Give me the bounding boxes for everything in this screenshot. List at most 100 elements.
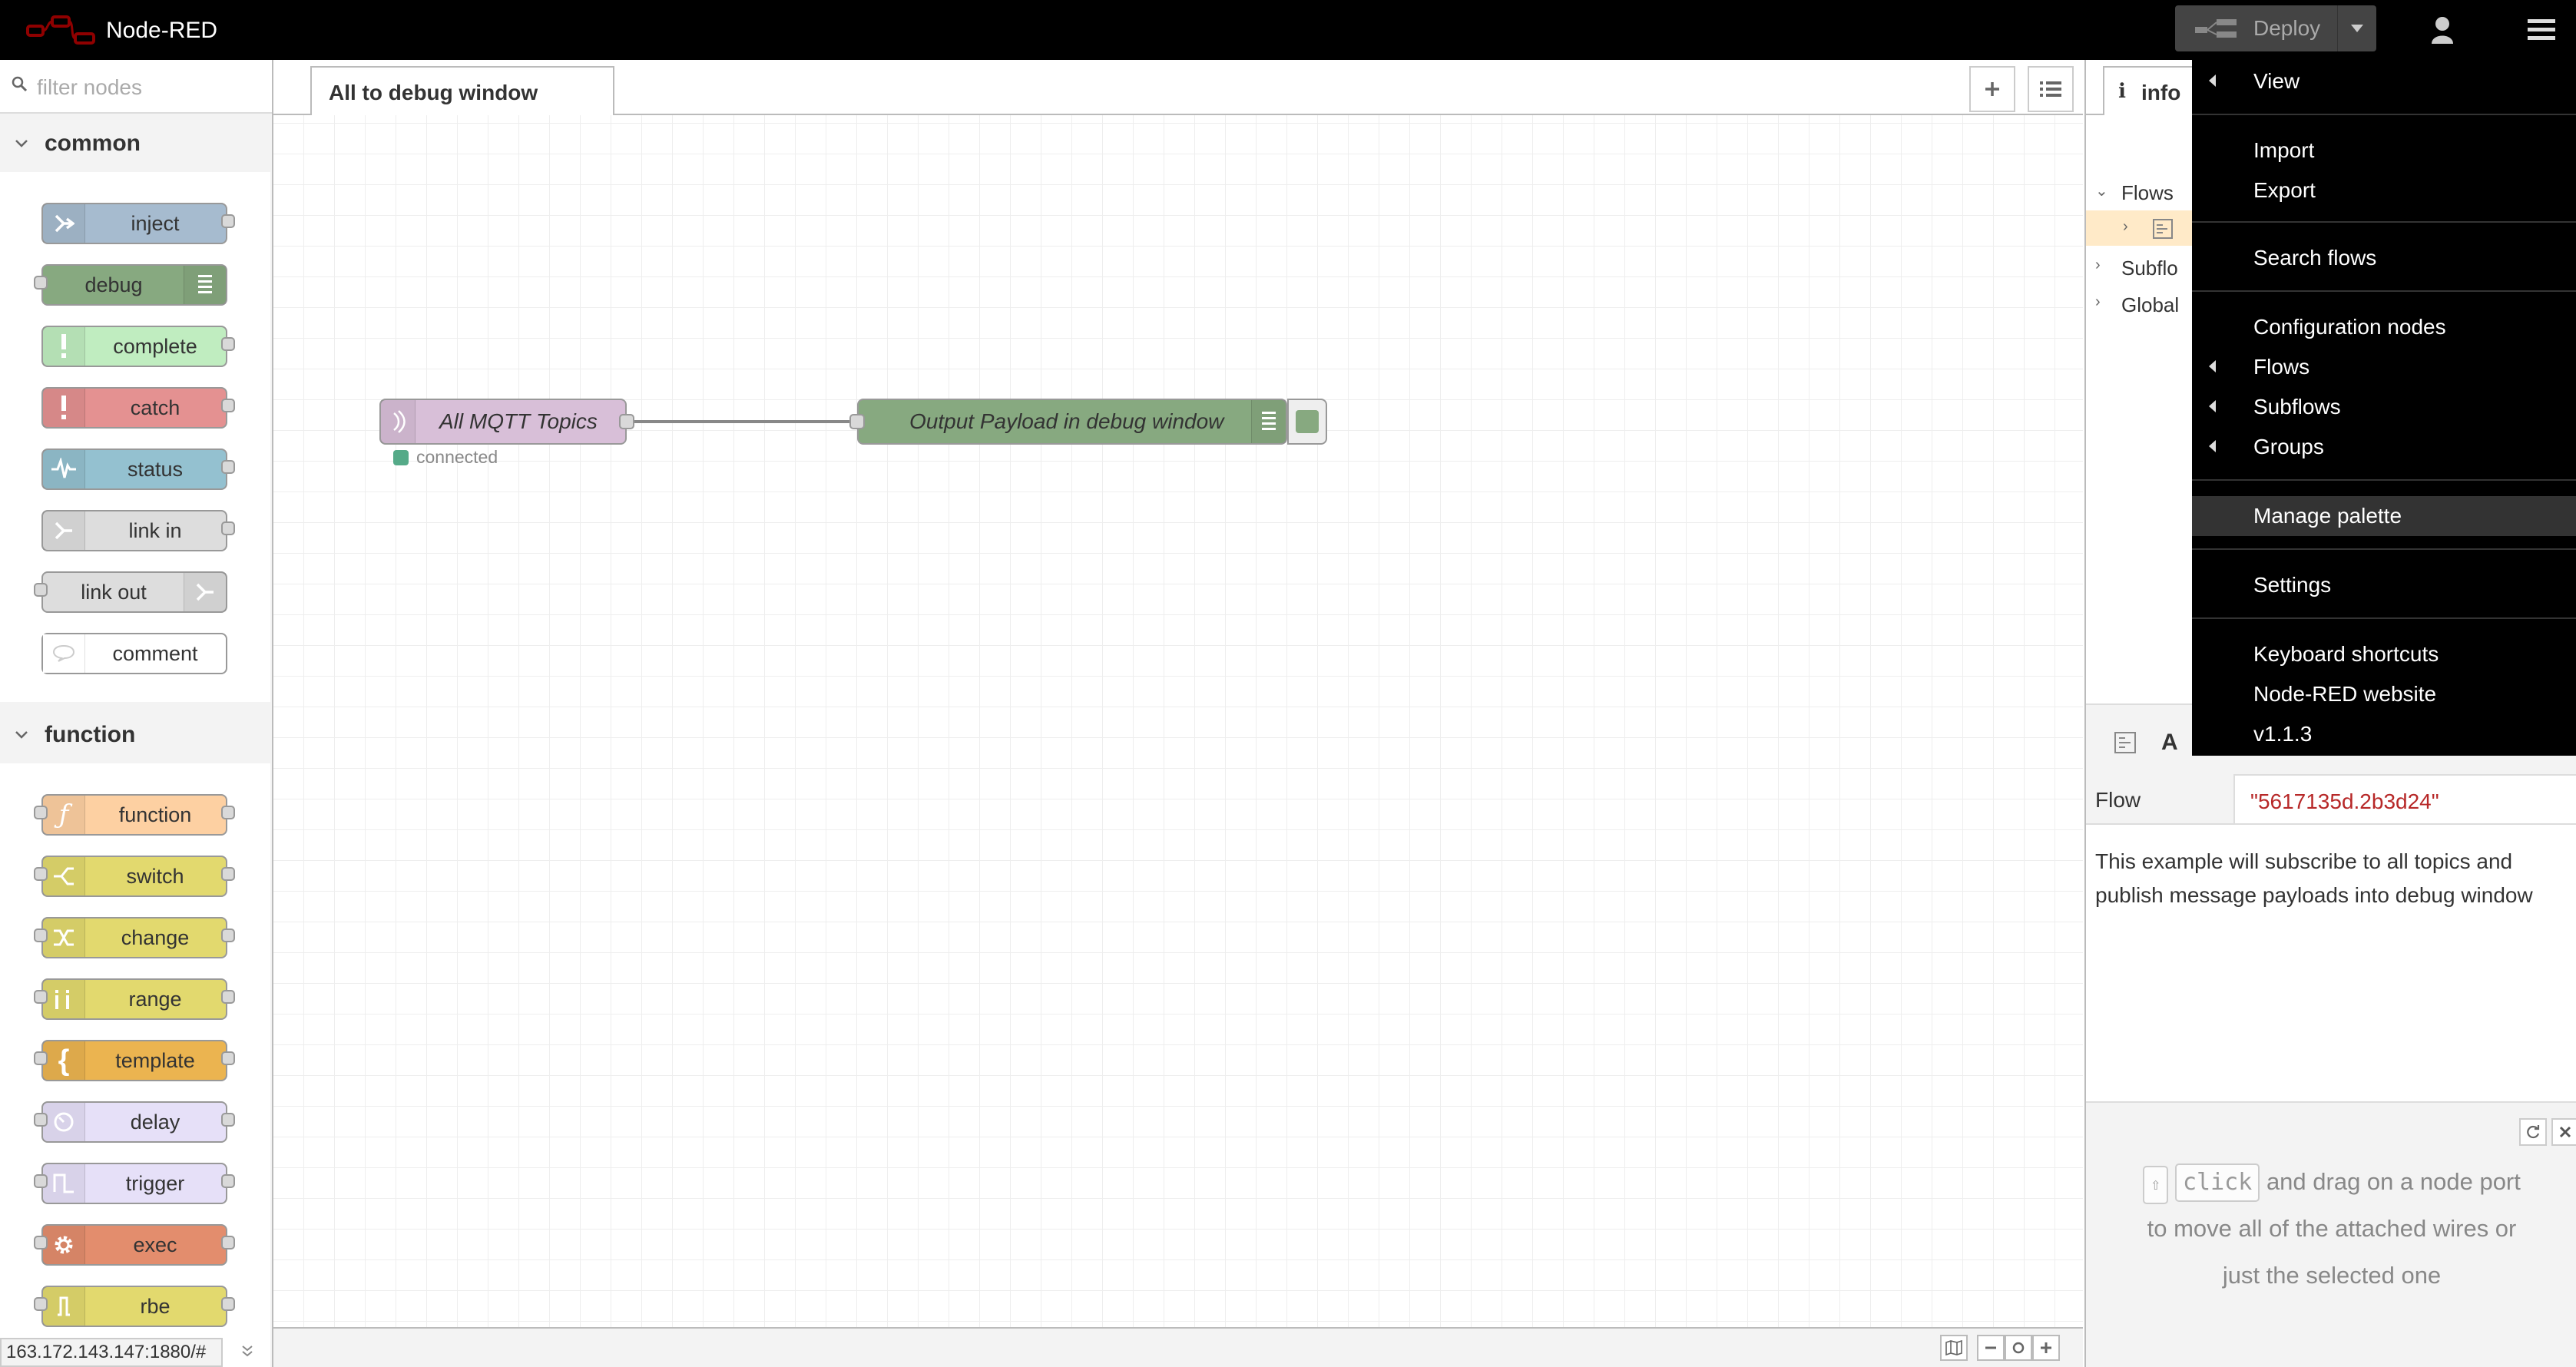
tip-line-3: just the selected one <box>2222 1262 2442 1289</box>
zoom-reset-button[interactable] <box>2005 1335 2032 1361</box>
palette-node-label: comment <box>112 642 198 665</box>
deploy-button[interactable]: Deploy <box>2175 5 2376 51</box>
palette-node-link-in[interactable]: link in <box>41 510 235 551</box>
menu-separator <box>2192 221 2576 223</box>
palette-node-range[interactable]: range <box>34 978 235 1020</box>
menu-item-keyboard-shortcuts[interactable]: Keyboard shortcuts <box>2192 634 2576 674</box>
menu-item-node-red-website[interactable]: Node-RED website <box>2192 674 2576 714</box>
input-port <box>34 867 48 881</box>
palette-node-debug[interactable]: debug <box>34 264 227 306</box>
list-flows-button[interactable] <box>2028 66 2074 112</box>
menu-item-label: Import <box>2253 138 2315 162</box>
zoom-in-button[interactable] <box>2032 1335 2060 1361</box>
caret-left-icon <box>2209 440 2216 452</box>
output-port <box>221 1174 235 1188</box>
palette-collapse-button[interactable] <box>230 1338 264 1364</box>
palette-node-trigger[interactable]: trigger <box>34 1163 235 1204</box>
menu-item-view[interactable]: View <box>2192 61 2576 101</box>
palette-node-label: status <box>127 458 184 481</box>
palette-node-label: inject <box>131 212 180 235</box>
palette-node-link-out[interactable]: link out <box>34 571 227 613</box>
property-row-flow: Flow "5617135d.2b3d24" <box>2086 774 2576 825</box>
tab-info[interactable]: ℹ info <box>2103 66 2203 115</box>
palette-node-label: catch <box>130 396 180 419</box>
filter-placeholder: filter nodes <box>37 75 142 99</box>
refresh-tip-button[interactable] <box>2519 1118 2547 1146</box>
menu-item-search-flows[interactable]: Search flows <box>2192 238 2576 278</box>
caret-left-icon <box>2209 400 2216 412</box>
menu-separator <box>2192 617 2576 619</box>
menu-item-label: View <box>2253 69 2300 93</box>
menu-item-groups[interactable]: Groups <box>2192 427 2576 467</box>
menu-separator <box>2192 548 2576 550</box>
flow-node-mqtt-in[interactable]: All MQTT Topics <box>379 399 634 445</box>
caret-left-icon <box>2209 74 2216 87</box>
input-port <box>34 1113 48 1127</box>
category-title: function <box>45 722 136 747</box>
main-menu-button[interactable] <box>2507 0 2576 60</box>
output-port <box>221 521 235 535</box>
palette-node-switch[interactable]: switch <box>34 856 235 897</box>
exclamation-icon <box>43 389 85 427</box>
output-port <box>221 928 235 942</box>
menu-item-settings[interactable]: Settings <box>2192 565 2576 605</box>
navigator-button[interactable] <box>1940 1335 1968 1361</box>
menu-item-import[interactable]: Import <box>2192 131 2576 170</box>
palette-node-template[interactable]: { template <box>34 1040 235 1081</box>
palette-node-inject[interactable]: inject <box>41 203 235 244</box>
circle-icon <box>2012 1342 2025 1354</box>
menu-item-flows[interactable]: Flows <box>2192 347 2576 387</box>
zoom-out-button[interactable] <box>1977 1335 2005 1361</box>
palette-node-label: link in <box>128 519 182 542</box>
palette-node-rbe[interactable]: rbe <box>34 1286 235 1327</box>
user-menu-button[interactable] <box>2419 8 2465 52</box>
palette-node-label: switch <box>126 865 184 888</box>
palette-node-catch[interactable]: catch <box>41 387 235 429</box>
deploy-label: Deploy <box>2253 16 2321 40</box>
category-body-common: inject debug complete catch status link … <box>0 172 270 702</box>
menu-item-subflows[interactable]: Subflows <box>2192 387 2576 427</box>
chevron-down-icon <box>15 140 28 147</box>
input-port <box>34 276 48 290</box>
input-port <box>34 928 48 942</box>
add-flow-button[interactable] <box>1969 66 2015 112</box>
input-port[interactable] <box>849 414 865 429</box>
palette-filter-input[interactable]: filter nodes <box>0 60 272 114</box>
palette-node-function[interactable]: ƒ function <box>34 794 235 836</box>
menu-item-label: Search flows <box>2253 246 2377 270</box>
minus-icon <box>1985 1346 1996 1349</box>
menu-separator <box>2192 114 2576 115</box>
palette-node-exec[interactable]: exec <box>34 1224 235 1266</box>
palette-node-status[interactable]: status <box>41 448 235 490</box>
flow-node-debug[interactable]: Output Payload in debug window <box>849 399 1287 445</box>
node-red-logo-icon <box>26 15 95 45</box>
main-menu-dropdown: View Import Export Search flows Configur… <box>2192 60 2576 756</box>
debug-toggle-button[interactable] <box>1287 399 1327 445</box>
input-port <box>34 1297 48 1311</box>
palette-node-delay[interactable]: delay <box>34 1101 235 1143</box>
menu-item-configuration-nodes[interactable]: Configuration nodes <box>2192 307 2576 347</box>
properties-title: A <box>2161 730 2178 755</box>
output-port <box>221 1236 235 1249</box>
chevron-down-icon: ⌄ <box>2095 183 2108 200</box>
output-port[interactable] <box>619 414 634 429</box>
category-header-common[interactable]: common <box>0 115 270 172</box>
tab-flow[interactable]: All to debug window <box>310 66 614 115</box>
category-header-function[interactable]: function <box>0 707 270 763</box>
close-tips-button[interactable] <box>2551 1118 2576 1146</box>
debug-list-icon <box>184 266 226 304</box>
menu-item-export[interactable]: Export <box>2192 170 2576 210</box>
debug-list-icon <box>1251 400 1286 443</box>
cog-icon <box>43 1226 85 1264</box>
flow-canvas[interactable] <box>273 115 2083 1327</box>
menu-item-manage-palette[interactable]: Manage palette <box>2192 496 2576 536</box>
deploy-dropdown-caret-icon[interactable] <box>2337 5 2376 51</box>
palette-node-complete[interactable]: complete <box>41 326 235 367</box>
deploy-icon <box>2195 19 2237 38</box>
timer-icon <box>43 1103 85 1141</box>
pulse-icon <box>43 450 85 488</box>
output-port <box>221 399 235 412</box>
palette-node-comment[interactable]: comment <box>41 633 227 674</box>
palette-node-change[interactable]: change <box>34 917 235 958</box>
status-url: 163.172.143.147:1880/# <box>0 1338 223 1367</box>
